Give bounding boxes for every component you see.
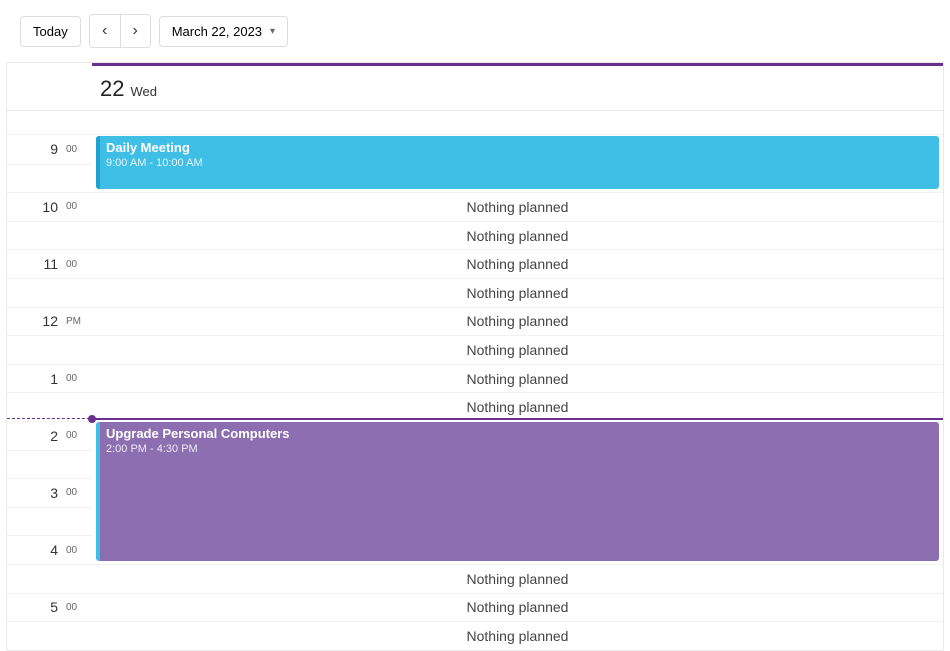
time-row: 3 00 [7,478,92,507]
time-column: 9001000110012PM100200300400500 [7,135,92,650]
time-row: 10 00 [7,192,92,221]
time-row: 11 00 [7,249,92,278]
hour-label: 9 [50,141,58,157]
day-number: 22 [100,76,124,102]
day-header-cell[interactable]: 22 Wed [92,63,943,110]
time-row: 12 PM [7,307,92,336]
hour-label: 1 [50,371,58,387]
nothing-planned-label: Nothing planned [467,371,569,387]
nothing-planned-label: Nothing planned [467,399,569,415]
nothing-planned-label: Nothing planned [467,571,569,587]
nothing-planned-label: Nothing planned [467,256,569,272]
time-row [7,164,92,193]
event-color-bar [96,422,100,561]
minute-label: 00 [66,430,84,441]
calendar-toolbar: Today ‹ › March 22, 2023 ▾ [0,0,950,62]
minute-label: 00 [66,487,84,498]
time-slot[interactable]: Nothing planned [92,221,943,250]
hour-label: 4 [50,542,58,558]
time-row [7,335,92,364]
day-header: 22 Wed [7,63,943,111]
slot-column[interactable]: Nothing planned Nothing planned Nothing pl… [92,135,943,650]
time-row [7,392,92,421]
nothing-planned-label: Nothing planned [467,342,569,358]
time-row: 500 [7,593,92,622]
minute-label: 00 [66,373,84,384]
time-row: 9 00 [7,135,92,164]
nothing-planned-label: Nothing planned [467,628,569,644]
minute-label: 00 [66,259,84,270]
time-slot[interactable]: Nothing planned [92,593,943,622]
calendar-event[interactable]: Upgrade Personal Computers 2:00 PM - 4:30… [96,422,939,561]
hour-label: 12 [42,313,58,329]
nothing-planned-label: Nothing planned [467,199,569,215]
time-row [7,621,92,650]
time-row [7,278,92,307]
event-time: 9:00 AM - 10:00 AM [106,157,931,169]
minute-label: 00 [66,201,84,212]
time-row: 1 00 [7,364,92,393]
minute-label: PM [66,316,84,327]
time-row [7,221,92,250]
time-slot[interactable]: Nothing planned [92,249,943,278]
next-button[interactable]: › [120,15,150,47]
date-label: March 22, 2023 [172,24,262,39]
chevron-down-icon: ▾ [270,26,275,37]
event-title: Upgrade Personal Computers [106,426,931,441]
calendar-event[interactable]: Daily Meeting 9:00 AM - 10:00 AM [96,136,939,189]
time-slot[interactable]: Nothing planned [92,192,943,221]
event-color-bar [96,136,100,189]
hour-label: 10 [42,199,58,215]
time-slot[interactable]: Nothing planned [92,392,943,421]
day-name: Wed [130,84,157,99]
hour-label: 3 [50,485,58,501]
time-slot[interactable]: Nothing planned [92,278,943,307]
event-title: Daily Meeting [106,140,931,155]
prev-button[interactable]: ‹ [90,15,120,47]
event-time: 2:00 PM - 4:30 PM [106,443,931,455]
today-button[interactable]: Today [20,16,81,47]
minute-label: 00 [66,144,84,155]
chevron-right-icon: › [133,22,138,40]
time-row [7,450,92,479]
current-time-indicator [7,418,943,419]
nothing-planned-label: Nothing planned [467,313,569,329]
time-slot[interactable]: Nothing planned [92,364,943,393]
time-slot[interactable]: Nothing planned [92,307,943,336]
time-slot[interactable]: Nothing planned [92,621,943,650]
calendar: 22 Wed 9001000110012PM100200300400500 No… [6,62,944,651]
time-row [7,507,92,536]
time-row: 2 00 [7,421,92,450]
nothing-planned-label: Nothing planned [467,285,569,301]
nav-group: ‹ › [89,14,151,48]
hour-label: 2 [50,428,58,444]
chevron-left-icon: ‹ [102,22,107,40]
time-row: 4 00 [7,535,92,564]
time-slot[interactable]: Nothing planned [92,335,943,364]
date-picker-button[interactable]: March 22, 2023 ▾ [159,16,288,47]
time-slot[interactable]: Nothing planned [92,564,943,593]
nothing-planned-label: Nothing planned [467,228,569,244]
time-row [7,564,92,593]
minute-label: 00 [66,545,84,556]
hour-label: 11 [43,256,58,272]
minute-label: 00 [66,602,84,613]
time-grid: 9001000110012PM100200300400500 Nothing p… [7,111,943,650]
